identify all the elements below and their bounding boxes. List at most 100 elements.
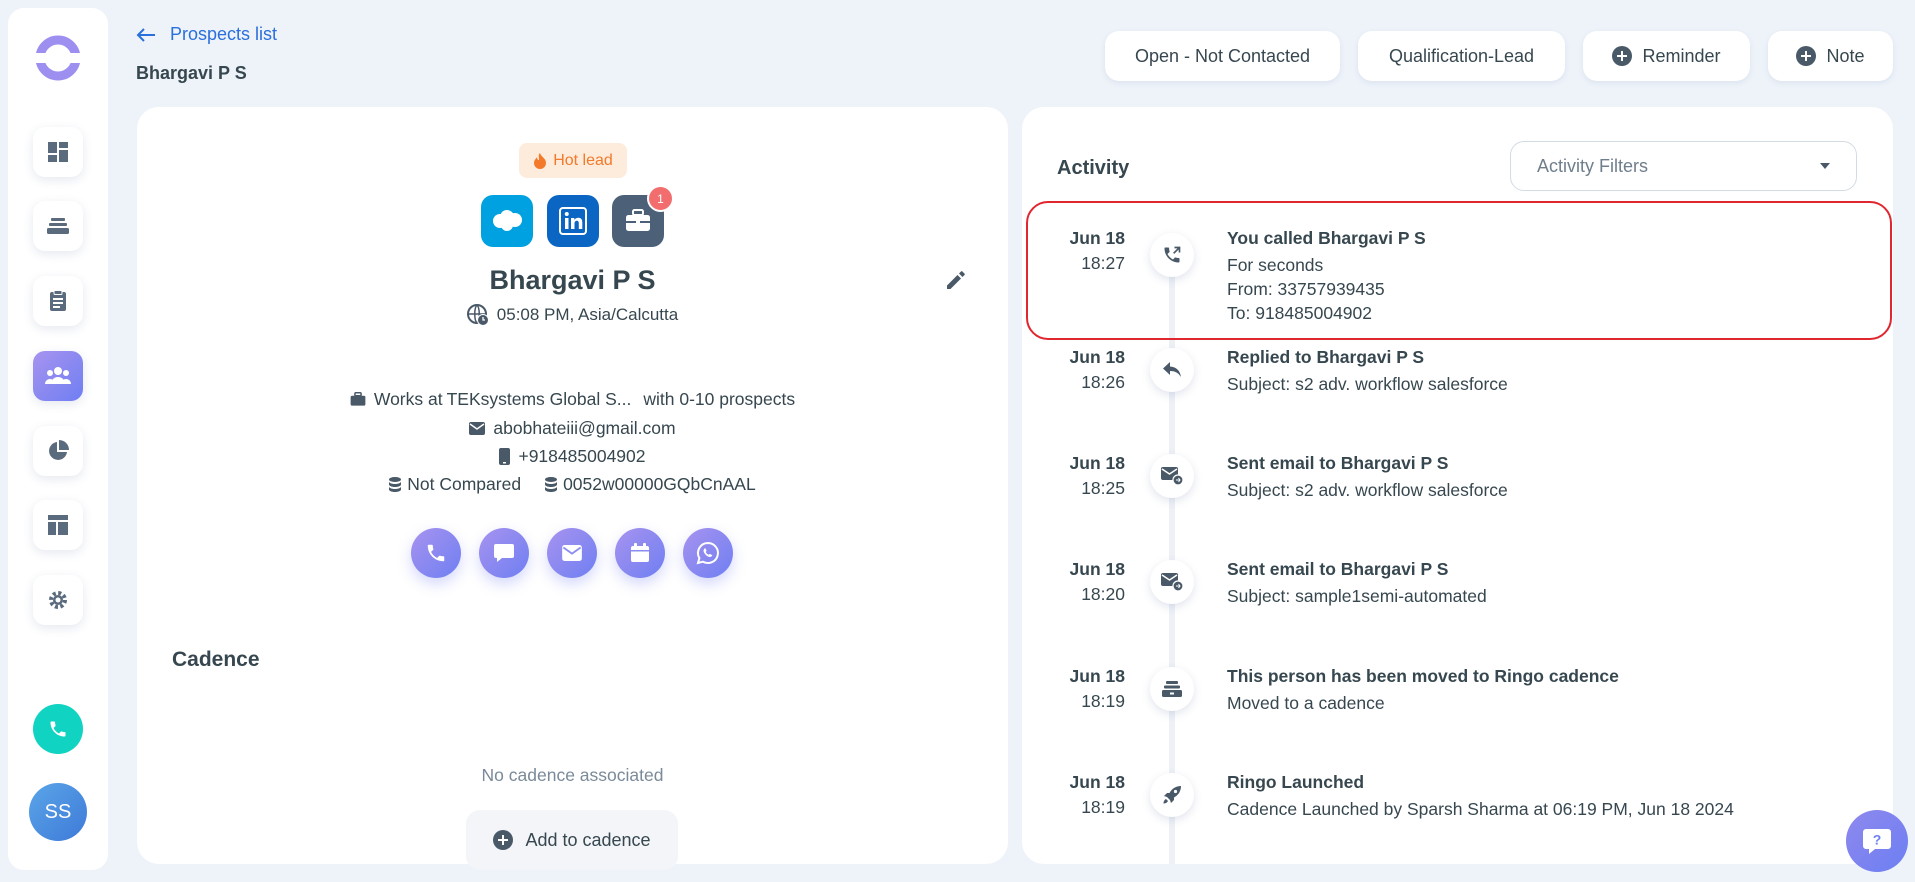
work-prefix: Works at bbox=[373, 389, 443, 409]
edit-button[interactable] bbox=[945, 269, 967, 296]
email-sent-icon bbox=[1161, 467, 1183, 485]
stage-button[interactable]: Qualification-Lead bbox=[1358, 31, 1565, 81]
dialer-button[interactable] bbox=[33, 704, 83, 754]
activity-icon bbox=[1150, 454, 1194, 498]
quick-actions bbox=[411, 528, 733, 578]
activity-date: Jun 18 bbox=[1069, 772, 1125, 792]
globe-clock-icon bbox=[466, 304, 489, 326]
activity-detail: To: 918485004902 bbox=[1227, 303, 1372, 323]
calendar-icon bbox=[631, 543, 649, 562]
rocket-icon bbox=[1163, 786, 1181, 804]
database-icon bbox=[545, 477, 558, 492]
compare-status-text: Not Compared bbox=[407, 474, 522, 494]
database-icon bbox=[389, 477, 402, 492]
prospect-email[interactable]: abobhateiii@gmail.com bbox=[493, 418, 675, 439]
user-avatar[interactable]: SS bbox=[29, 783, 87, 841]
chat-icon bbox=[494, 544, 514, 562]
linkedin-button[interactable] bbox=[547, 195, 599, 247]
note-label: Note bbox=[1826, 45, 1865, 66]
hot-lead-badge: Hot lead bbox=[519, 143, 627, 178]
activity-title: Replied to Bhargavi P S bbox=[1227, 347, 1425, 367]
local-time: 05:08 PM, Asia/Calcutta bbox=[137, 304, 1008, 326]
local-time-text: 05:08 PM, Asia/Calcutta bbox=[496, 305, 679, 324]
fire-icon bbox=[534, 152, 547, 169]
mail-icon bbox=[562, 545, 582, 561]
pie-chart-icon bbox=[49, 440, 69, 460]
activity-time: 18:25 bbox=[1081, 478, 1125, 498]
reminder-button[interactable]: Reminder bbox=[1583, 31, 1750, 81]
activity-filter-dropdown[interactable]: Activity Filters bbox=[1510, 141, 1857, 191]
nav-settings[interactable] bbox=[33, 575, 83, 625]
activity-title: This person has been moved to Ringo cade… bbox=[1227, 666, 1619, 686]
activity-title: Ringo Launched bbox=[1227, 772, 1365, 792]
plus-circle-icon bbox=[1612, 46, 1633, 66]
prospect-card: Hot lead 1 Bhargavi P S 05:08 PM, Asia/C… bbox=[137, 107, 1008, 870]
nav-clipboard[interactable] bbox=[33, 276, 83, 326]
whatsapp-action-button[interactable] bbox=[683, 528, 733, 578]
nav-templates[interactable] bbox=[33, 500, 83, 550]
linkedin-icon bbox=[559, 207, 587, 235]
plus-circle-icon bbox=[493, 830, 514, 850]
help-chat-button[interactable]: ? bbox=[1846, 810, 1908, 872]
email-action-button[interactable] bbox=[547, 528, 597, 578]
activity-detail: Subject: sample1semi-automated bbox=[1227, 586, 1487, 606]
activity-filter-placeholder: Activity Filters bbox=[1537, 155, 1649, 176]
note-button[interactable]: Note bbox=[1768, 31, 1893, 81]
activity-time: 18:27 bbox=[1081, 253, 1125, 273]
reminder-label: Reminder bbox=[1642, 45, 1721, 66]
nav-people[interactable] bbox=[33, 351, 83, 401]
timeline-line bbox=[1169, 237, 1175, 864]
activity-date: Jun 18 bbox=[1069, 453, 1125, 473]
mail-icon bbox=[469, 422, 486, 435]
tasks-inbox-icon bbox=[47, 218, 69, 234]
plus-circle-icon bbox=[1796, 46, 1817, 66]
activity-icon bbox=[1150, 560, 1194, 604]
phone-line: +918485004902 bbox=[137, 446, 1008, 467]
people-icon bbox=[45, 367, 71, 384]
call-action-button[interactable] bbox=[411, 528, 461, 578]
salesforce-button[interactable] bbox=[481, 195, 533, 247]
crm-id: 0052w00000GQbCnAAL bbox=[545, 474, 756, 495]
prospect-name: Bhargavi P S bbox=[489, 265, 656, 295]
nav-dashboard[interactable] bbox=[33, 127, 83, 177]
activity-icon bbox=[1150, 667, 1194, 711]
calendar-action-button[interactable] bbox=[615, 528, 665, 578]
whatsapp-icon bbox=[696, 541, 719, 565]
prospect-phone[interactable]: +918485004902 bbox=[518, 446, 645, 467]
activity-detail: For seconds bbox=[1227, 255, 1324, 275]
integration-count-badge: 1 bbox=[647, 185, 674, 212]
company-prospect-count: with 0-10 prospects bbox=[643, 389, 796, 409]
page-title: Bhargavi P S bbox=[136, 63, 247, 83]
activity-time: 18:19 bbox=[1081, 797, 1125, 817]
activity-detail: Subject: s2 adv. workflow salesforce bbox=[1227, 374, 1508, 394]
back-link-label: Prospects list bbox=[170, 24, 278, 44]
app-logo[interactable] bbox=[33, 33, 83, 83]
company-name[interactable]: TEKsystems Global S... bbox=[447, 389, 632, 410]
mobile-phone-icon bbox=[499, 448, 511, 465]
salesforce-icon bbox=[493, 210, 522, 231]
activity-date: Jun 18 bbox=[1069, 666, 1125, 686]
outgoing-call-icon bbox=[1164, 246, 1181, 263]
email-line: abobhateiii@gmail.com bbox=[137, 418, 1008, 439]
crm-id-text: 0052w00000GQbCnAAL bbox=[563, 474, 756, 494]
nav-tasks[interactable] bbox=[33, 201, 83, 251]
activity-time: 18:19 bbox=[1081, 691, 1125, 711]
phone-icon bbox=[427, 544, 445, 562]
activity-date: Jun 18 bbox=[1069, 228, 1125, 248]
nav-reports[interactable] bbox=[33, 426, 83, 476]
settings-icon bbox=[49, 591, 67, 609]
activity-card: Activity Activity Filters Jun 18 18:27 Y… bbox=[1022, 107, 1893, 864]
hot-lead-label: Hot lead bbox=[553, 151, 613, 169]
add-to-cadence-button[interactable]: Add to cadence bbox=[466, 810, 678, 870]
message-action-button[interactable] bbox=[479, 528, 529, 578]
compare-status: Not Compared bbox=[389, 474, 521, 495]
activity-time: 18:26 bbox=[1081, 372, 1125, 392]
activity-heading: Activity bbox=[1057, 157, 1130, 179]
activity-detail: Moved to a cadence bbox=[1227, 693, 1385, 713]
crm-briefcase-button[interactable]: 1 bbox=[612, 185, 674, 247]
back-link[interactable]: Prospects list bbox=[136, 24, 277, 45]
activity-icon bbox=[1150, 233, 1194, 277]
status-button[interactable]: Open - Not Contacted bbox=[1105, 31, 1340, 81]
activity-detail: From: 33757939435 bbox=[1227, 279, 1385, 299]
template-icon bbox=[48, 515, 68, 535]
